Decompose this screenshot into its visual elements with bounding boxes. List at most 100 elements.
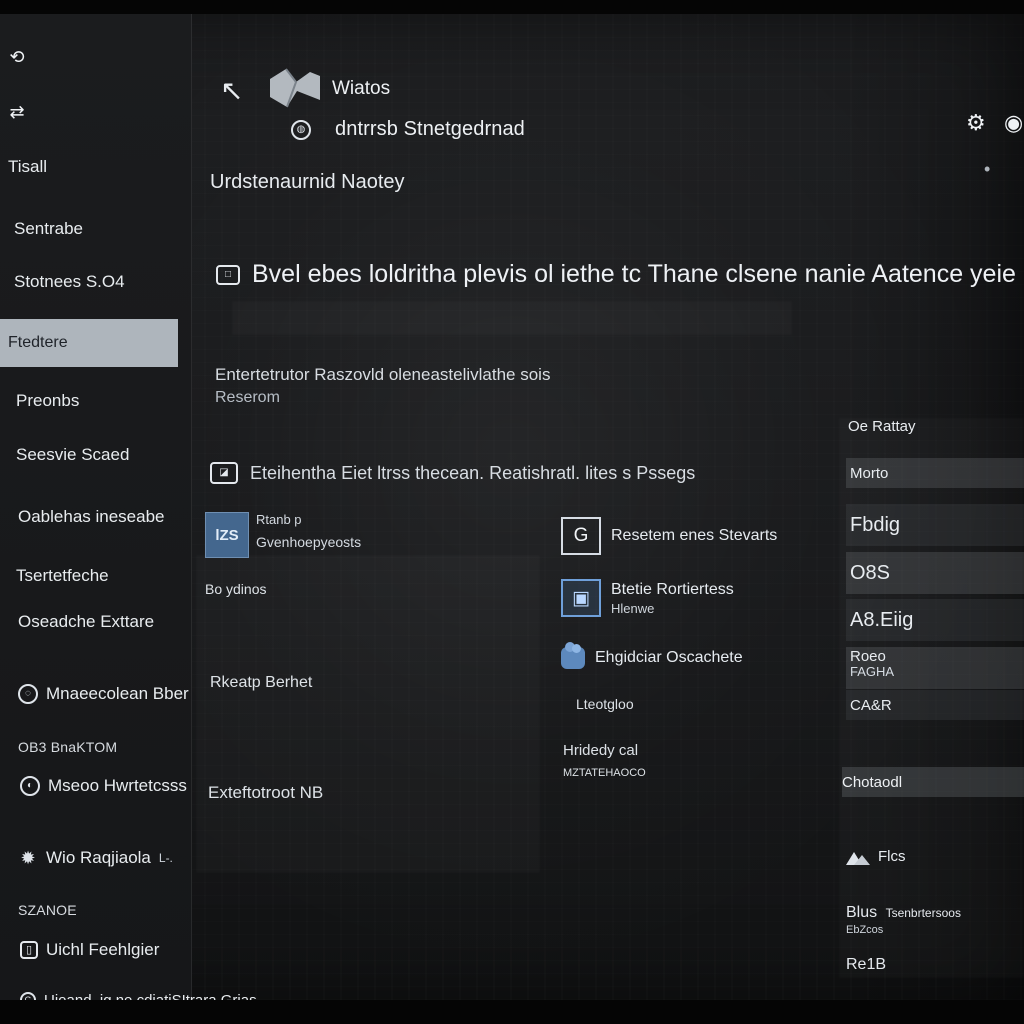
main-large-row-text: Bvel ebes loldritha plevis ol iethe tc T…: [252, 260, 1016, 288]
sidebar-item-label: Seesvie Scaed: [16, 445, 130, 464]
right-panel-row-6[interactable]: CA&R: [846, 690, 1024, 720]
link-icon[interactable]: ⟲: [5, 45, 29, 69]
sidebar-item-3[interactable]: Stotnees S.O4: [0, 264, 174, 300]
main-note-line1: Entertetrutor Raszovld oleneastelivlathe…: [215, 365, 551, 384]
middle-small-text-1: Lteotgloo: [576, 696, 634, 712]
right-panel-row-3[interactable]: O8S: [846, 552, 1024, 594]
sidebar-item-label: Mnaeecolean Bber: [46, 684, 189, 703]
sidebar-item-suffix: L-.: [158, 851, 173, 865]
right-panel-row-1[interactable]: Morto: [846, 458, 1024, 488]
middle-list-secondary: Hlenwe: [611, 600, 655, 616]
sidebar-item-label: Oseadche Exttare: [18, 612, 155, 631]
right-panel-button[interactable]: Chotaodl: [842, 767, 1024, 797]
sidebar-item-10[interactable]: ◌ Mnaeecolean Bber: [0, 676, 189, 712]
sidebar-item-label: Tsertetfeche: [16, 566, 109, 585]
background-noise-block: [196, 555, 540, 873]
sidebar-item-8[interactable]: Tsertetfeche: [0, 558, 174, 594]
left-small-text-2: Rkeatp Berhet: [210, 674, 313, 691]
middle-list-item-3[interactable]: Ehgidciar Oscachete: [561, 642, 743, 669]
right-panel-image-row-text: Flcs: [878, 848, 906, 865]
sidebar-item-12[interactable]: ✹ Wio Raqjiaola L-.: [0, 840, 174, 876]
sidebar-section-label: SZANOE: [18, 902, 77, 918]
app-logo-svg: [270, 68, 320, 108]
user-icon: ◌: [18, 684, 38, 704]
gear-icon: ✹: [20, 848, 36, 868]
right-panel-row-4[interactable]: A8.Eiig: [846, 599, 1024, 641]
right-panel-bottom-row-1-line2: Tsenbrtersoos: [885, 906, 961, 920]
right-panel-bottom-row-1: Blus Tsenbrtersoos EbZcos: [846, 904, 1016, 936]
user-name: dntrrsb Stnetgedrnad: [335, 118, 525, 140]
sidebar-item-label: Sentrabe: [14, 219, 83, 238]
left-small-text-1: Bo ydinos: [205, 581, 267, 597]
square-g-icon: G: [561, 517, 601, 555]
sidebar-item-label: Wio Raqjiaola: [46, 848, 151, 867]
back-arrow-icon[interactable]: ↖: [220, 77, 248, 109]
right-panel-row-5-line2: FAGHA: [850, 663, 895, 679]
sidebar-item-label: Uioand ,ig ne.cdiatiSItrara Grias: [44, 991, 257, 1001]
app-title: Wiatos: [332, 78, 391, 99]
globe-icon: ◐: [20, 776, 40, 796]
window-icon: □: [216, 264, 240, 285]
sidebar-item-label: Mseoo Hwrtetcsss: [48, 776, 187, 795]
right-panel: Oe Rattay Morto Fbdig O8S A8.Eiig Roeo F…: [842, 418, 1024, 1000]
sidebar-item-label: Tisall: [8, 157, 48, 176]
cloud-icon: [561, 642, 585, 669]
main-note-line2: Reserom: [215, 388, 280, 406]
middle-small-text-2: Hridedy cal: [563, 742, 639, 759]
middle-list-item-text: Btetie Rortiertess Hlenwe: [611, 581, 734, 616]
status-dot: •: [984, 159, 991, 179]
sidebar-item-2[interactable]: Sentrabe: [0, 211, 174, 247]
right-panel-row-5-line1: Roeo: [850, 648, 886, 665]
mountain-icon: [846, 849, 870, 865]
sidebar-item-1[interactable]: Tisall: [0, 149, 174, 185]
image-icon: ◪: [210, 462, 238, 484]
left-small-text-3: Exteftotroot NB: [208, 783, 324, 802]
main-note: Entertetrutor Raszovld oleneastelivlathe…: [215, 364, 550, 409]
middle-list-item-1[interactable]: G Resetem enes Stevarts: [561, 517, 777, 555]
card-subtitle: Gvenhoepyeosts: [256, 534, 362, 550]
user-circle-icon[interactable]: ◍: [291, 119, 311, 140]
sidebar-item-label: Oablehas ineseabe: [18, 507, 165, 526]
sidebar-item-11[interactable]: ◐ Mseoo Hwrtetcsss: [0, 768, 187, 804]
right-panel-row-5[interactable]: Roeo FAGHA: [846, 647, 1024, 689]
sidebar-divider: [191, 14, 192, 1000]
app-window: ⟲ ⇄ Tisall Sentrabe Stotnees S.O4 Ftedte…: [0, 14, 1024, 1000]
unlink-icon[interactable]: ⇄: [5, 100, 29, 124]
sidebar-item-label: Preonbs: [16, 391, 80, 410]
sidebar-item-5[interactable]: Preonbs: [0, 383, 174, 419]
sidebar-section-label: OB3 BnaKTOM: [18, 739, 118, 755]
right-panel-bottom-row-2: Re1B: [846, 956, 887, 973]
middle-list-item-2[interactable]: ▣ Btetie Rortiertess Hlenwe: [561, 579, 734, 617]
square-frame-icon: ▣: [561, 579, 601, 617]
sidebar-item-9[interactable]: Oseadche Exttare: [0, 604, 174, 640]
right-panel-image-row[interactable]: Flcs: [846, 848, 906, 865]
phone-icon: ▯: [20, 941, 38, 959]
right-panel-title: Oe Rattay: [848, 418, 916, 435]
left-card[interactable]: lZS Rtanb p Gvenhoepyeosts: [205, 512, 385, 564]
main-medium-row-text: Eteihentha Eiet ltrss thecean. Reatishra…: [250, 462, 696, 483]
header-user-row: ◍ dntrrsb Stnetgedrnad: [291, 118, 525, 141]
g-icon: G: [20, 992, 36, 1000]
sidebar-item-label: Uichl Feehlgier: [46, 940, 160, 959]
settings-icon[interactable]: ⚙: [966, 112, 986, 134]
sidebar-item-13[interactable]: ▯ Uichl Feehlgier: [0, 932, 174, 968]
right-panel-bottom-row-1-line3: EbZcos: [846, 924, 884, 936]
right-panel-row-2[interactable]: Fbdig: [846, 504, 1024, 546]
card-app-icon: lZS: [205, 512, 249, 558]
sidebar-item-4-active[interactable]: Ftedtere: [0, 319, 178, 367]
main-large-row[interactable]: □ Bvel ebes loldritha plevis ol iethe tc…: [216, 260, 1016, 289]
middle-list-primary: Resetem enes Stevarts: [611, 527, 778, 544]
app-logo-icon: [268, 66, 322, 110]
sidebar-item-label: Stotnees S.O4: [14, 272, 125, 291]
main-medium-row[interactable]: ◪ Eteihentha Eiet ltrss thecean. Reatish…: [210, 462, 695, 484]
middle-list-primary: Ehgidciar Oscachete: [595, 649, 743, 666]
middle-list-item-text: Resetem enes Stevarts: [611, 527, 777, 545]
background-noise-block: [232, 301, 792, 335]
sidebar-item-6[interactable]: Seesvie Scaed: [0, 437, 174, 473]
middle-list-primary: Btetie Rortiertess: [611, 580, 734, 598]
visibility-icon[interactable]: ◉: [1004, 112, 1023, 134]
page-title: Urdstenaurnid Naotey: [210, 171, 405, 193]
sidebar-item-7[interactable]: Oablehas ineseabe: [0, 499, 174, 535]
sidebar-item-14[interactable]: G Uioand ,ig ne.cdiatiSItrara Grias: [0, 982, 290, 1000]
sidebar-item-label: Ftedtere: [8, 334, 68, 351]
